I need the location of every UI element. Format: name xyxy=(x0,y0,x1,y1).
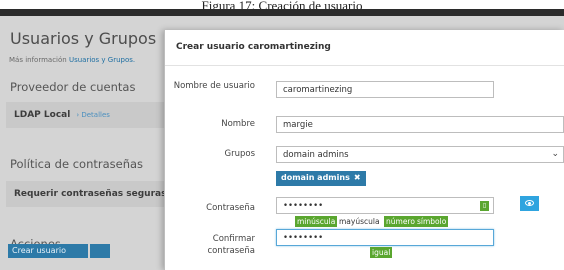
create-user-button[interactable]: Crear usuario xyxy=(8,244,88,258)
show-password-button[interactable] xyxy=(520,196,539,211)
window-top-bar xyxy=(0,9,564,16)
modal-title: Crear usuario caromartinezing xyxy=(176,42,331,52)
create-user-dropdown-button[interactable] xyxy=(90,244,110,258)
groups-select-value: domain admins xyxy=(283,150,349,160)
group-tag: domain admins ✖ xyxy=(276,171,366,186)
chevron-down-icon: ⌄ xyxy=(551,149,559,159)
group-tag-label: domain admins xyxy=(281,173,350,182)
name-field[interactable]: margie xyxy=(276,116,564,133)
password-field[interactable]: •••••••• ▯ xyxy=(276,197,494,214)
eye-icon xyxy=(525,200,534,206)
password-value: •••••••• xyxy=(283,201,324,211)
key-icon[interactable]: ▯ xyxy=(480,201,489,211)
confirm-password-label: Confirmar contraseña xyxy=(207,234,255,256)
password-label: Contraseña xyxy=(206,203,255,213)
create-user-modal: Crear usuario caromartinezing Nombre de … xyxy=(164,30,564,270)
groups-label: Grupos xyxy=(224,149,256,159)
hint-match: igual xyxy=(370,247,393,258)
hint-symbol: símbolo xyxy=(415,216,449,227)
hint-number: número xyxy=(384,216,417,227)
username-field[interactable]: caromartinezing xyxy=(276,81,494,98)
hint-lowercase: minúscula xyxy=(295,216,338,227)
hint-uppercase: mayúscula xyxy=(339,217,380,226)
confirm-password-field[interactable]: •••••••• xyxy=(276,229,494,246)
groups-select[interactable]: domain admins ⌄ xyxy=(276,146,564,163)
username-label: Nombre de usuario xyxy=(173,81,255,91)
close-icon[interactable]: ✖ xyxy=(354,173,361,182)
name-label: Nombre xyxy=(221,119,255,129)
modal-header: Crear usuario caromartinezing xyxy=(165,30,564,66)
